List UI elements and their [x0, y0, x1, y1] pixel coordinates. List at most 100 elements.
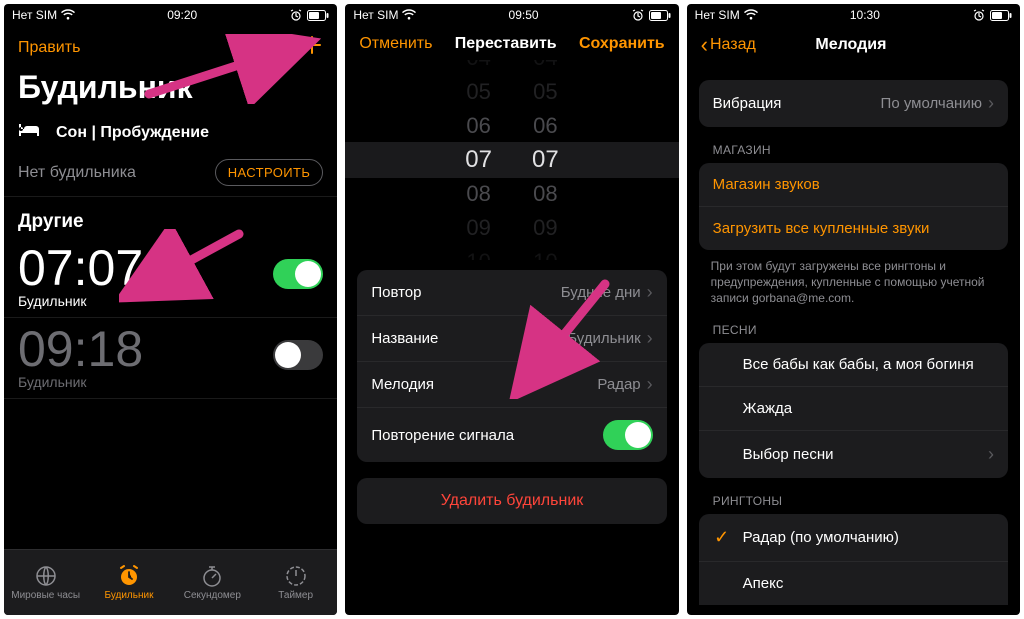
snooze-toggle[interactable]	[603, 420, 653, 450]
status-bar: Нет SIM 09:20	[4, 4, 337, 26]
carrier-text: Нет SIM	[695, 8, 740, 22]
page-title: Будильник	[4, 67, 337, 116]
nav-bar: Править	[4, 26, 337, 67]
ringtone-row-1[interactable]: Апекс	[699, 562, 1008, 605]
sound-label: Мелодия	[371, 376, 434, 393]
nav-title: Мелодия	[815, 36, 886, 54]
alarm-settings-group: Повтор Будние дни › Название Будильник › М…	[357, 270, 666, 462]
battery-icon	[990, 10, 1012, 21]
timer-icon	[284, 564, 308, 588]
chevron-right-icon: ›	[647, 282, 653, 303]
name-value: Будильник	[567, 330, 640, 347]
ringtones-header: РИНГТОНЫ	[687, 478, 1020, 514]
download-all-row[interactable]: Загрузить все купленные звуки	[699, 207, 1008, 250]
screen-alarm-list: Нет SIM 09:20 Править Будильник Сон | Пр…	[4, 4, 337, 615]
checkmark-icon: ✓	[713, 527, 731, 548]
status-time: 09:20	[167, 8, 197, 22]
sleep-wake-header: Сон | Пробуждение	[4, 116, 337, 149]
no-alarm-label: Нет будильника	[18, 164, 136, 182]
status-bar: Нет SIM 09:50	[345, 4, 678, 26]
status-time: 10:30	[850, 8, 880, 22]
globe-icon	[34, 564, 58, 588]
edit-button[interactable]: Править	[18, 39, 80, 57]
nav-bar: ‹ Назад Мелодия	[687, 26, 1020, 62]
tab-stopwatch[interactable]: Секундомер	[171, 550, 254, 615]
alarm-toggle-0[interactable]	[273, 259, 323, 289]
snooze-row: Повторение сигнала	[357, 408, 666, 462]
store-header: МАГАЗИН	[687, 127, 1020, 163]
sleep-wake-label: Сон | Пробуждение	[56, 124, 209, 142]
nav-bar: Отменить Переставить Сохранить	[345, 26, 678, 60]
tone-store-row[interactable]: Магазин звуков	[699, 163, 1008, 207]
repeat-row[interactable]: Повтор Будние дни ›	[357, 270, 666, 316]
tab-bar: Мировые часы Будильник Секундомер Таймер	[4, 549, 337, 615]
repeat-value: Будние дни	[561, 284, 641, 301]
tab-timer[interactable]: Таймер	[254, 550, 337, 615]
alarm-icon	[289, 9, 303, 21]
pick-song-row[interactable]: Выбор песни›	[699, 431, 1008, 478]
alarm-clock-icon	[117, 564, 141, 588]
store-group: Магазин звуков Загрузить все купленные з…	[699, 163, 1008, 250]
alarm-row-0[interactable]: 07:07 Будильник	[4, 237, 337, 318]
nav-title: Переставить	[455, 35, 557, 53]
songs-group: Все бабы как бабы, а моя богиня Жажда Вы…	[699, 343, 1008, 478]
wifi-icon	[402, 9, 416, 21]
name-label: Название	[371, 330, 438, 347]
vibration-label: Вибрация	[713, 95, 782, 112]
alarm-row-1[interactable]: 09:18 Будильник	[4, 318, 337, 399]
repeat-label: Повтор	[371, 284, 421, 301]
vibration-value: По умолчанию	[881, 95, 982, 112]
add-button[interactable]	[301, 32, 323, 63]
song-row-0[interactable]: Все бабы как бабы, а моя богиня	[699, 343, 1008, 387]
delete-alarm-button[interactable]: Удалить будильник	[357, 478, 666, 524]
tab-alarm[interactable]: Будильник	[87, 550, 170, 615]
tab-alarm-label: Будильник	[105, 590, 154, 601]
tab-world-label: Мировые часы	[11, 590, 80, 601]
screen-sound-select: Нет SIM 10:30 ‹ Назад Мелодия Вибрация П…	[687, 4, 1020, 615]
battery-icon	[307, 10, 329, 21]
song-row-1[interactable]: Жажда	[699, 387, 1008, 431]
chevron-left-icon: ‹	[701, 32, 708, 58]
alarm-label-0: Будильник	[18, 293, 323, 309]
chevron-right-icon: ›	[647, 328, 653, 349]
picker-highlight	[345, 142, 678, 178]
carrier-text: Нет SIM	[12, 8, 57, 22]
sound-value: Радар	[597, 376, 640, 393]
alarm-label-1: Будильник	[18, 374, 323, 390]
time-picker[interactable]: 04 05 06 07 08 09 10 04 05 06 07 08 09 1…	[345, 60, 678, 260]
bed-icon	[18, 122, 40, 143]
vibration-group: Вибрация По умолчанию ›	[699, 80, 1008, 127]
name-row[interactable]: Название Будильник ›	[357, 316, 666, 362]
songs-header: ПЕСНИ	[687, 307, 1020, 343]
status-bar: Нет SIM 10:30	[687, 4, 1020, 26]
tab-world-clock[interactable]: Мировые часы	[4, 550, 87, 615]
ringtones-group: ✓Радар (по умолчанию) Апекс	[699, 514, 1008, 605]
wifi-icon	[744, 9, 758, 21]
chevron-right-icon: ›	[988, 444, 994, 465]
store-hint: При этом будут загружены все рингтоны и …	[687, 250, 1020, 307]
snooze-label: Повторение сигнала	[371, 427, 514, 444]
cancel-button[interactable]: Отменить	[359, 35, 432, 53]
plus-icon	[301, 34, 323, 56]
battery-icon	[649, 10, 671, 21]
tab-timer-label: Таймер	[278, 590, 313, 601]
alarm-toggle-1[interactable]	[273, 340, 323, 370]
back-button[interactable]: ‹ Назад	[701, 32, 756, 58]
chevron-right-icon: ›	[988, 93, 994, 114]
others-header: Другие	[4, 197, 337, 237]
screen-edit-alarm: Нет SIM 09:50 Отменить Переставить Сохра…	[345, 4, 678, 615]
status-time: 09:50	[509, 8, 539, 22]
vibration-row[interactable]: Вибрация По умолчанию ›	[699, 80, 1008, 127]
no-alarm-row: Нет будильника НАСТРОИТЬ	[4, 149, 337, 197]
stopwatch-icon	[200, 564, 224, 588]
wifi-icon	[61, 9, 75, 21]
chevron-right-icon: ›	[647, 374, 653, 395]
sound-row[interactable]: Мелодия Радар ›	[357, 362, 666, 408]
setup-button[interactable]: НАСТРОИТЬ	[215, 159, 324, 186]
tab-stopwatch-label: Секундомер	[184, 590, 241, 601]
alarm-icon	[972, 9, 986, 21]
alarm-icon	[631, 9, 645, 21]
save-button[interactable]: Сохранить	[579, 35, 665, 53]
carrier-text: Нет SIM	[353, 8, 398, 22]
ringtone-row-0[interactable]: ✓Радар (по умолчанию)	[699, 514, 1008, 562]
